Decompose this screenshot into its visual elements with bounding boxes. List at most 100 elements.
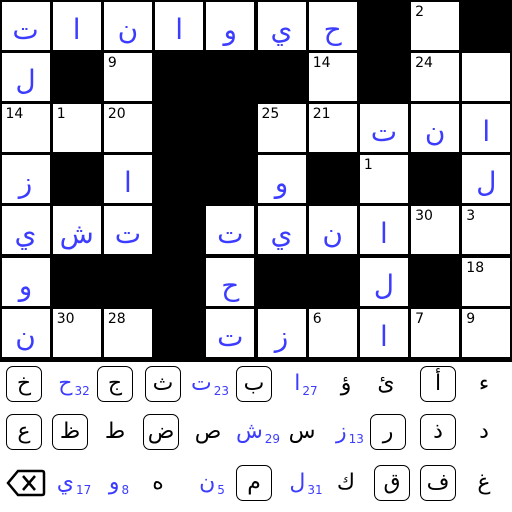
grid-cell[interactable]: ز (257, 308, 306, 357)
grid-cell[interactable]: ل (1, 52, 50, 101)
key-char: ج (107, 371, 123, 396)
key-letter[interactable]: ه (140, 465, 176, 501)
key-letter[interactable]: ن5 (190, 465, 234, 501)
backspace-icon[interactable] (6, 465, 46, 501)
grid-cell[interactable]: ي (257, 1, 306, 50)
key-char: غ (477, 470, 491, 495)
key-letter[interactable]: ء (466, 366, 502, 402)
key-letter[interactable]: ا 27 (284, 366, 328, 402)
key-letter[interactable]: ص (190, 414, 226, 450)
grid-cell[interactable]: 14 (308, 52, 357, 101)
key-letter[interactable]: ئ (368, 366, 404, 402)
grid-cell[interactable]: ت (1, 1, 50, 50)
key-letter[interactable]: ؤ (328, 366, 364, 402)
key-count: 31 (307, 483, 323, 497)
key-letter[interactable]: ش 29 (236, 414, 280, 450)
cell-letter: ن (424, 114, 446, 148)
key-letter[interactable]: ل 31 (284, 465, 328, 501)
grid-cell[interactable]: ح (206, 257, 255, 306)
key-letter[interactable]: ر (370, 414, 406, 450)
grid-cell[interactable]: ا (359, 206, 408, 255)
key-letter[interactable]: ذ (420, 414, 456, 450)
grid-cell[interactable]: 20 (103, 103, 152, 152)
grid-cell[interactable]: 28 (103, 308, 152, 357)
grid-cell[interactable]: 25 (257, 103, 306, 152)
grid-cell[interactable] (462, 52, 511, 101)
key-letter[interactable]: ط (97, 414, 133, 450)
grid-cell[interactable]: 9 (103, 52, 152, 101)
grid-cell[interactable]: ن (308, 206, 357, 255)
key-letter[interactable]: س (284, 414, 320, 450)
grid-cell[interactable]: 18 (462, 257, 511, 306)
key-count: 17 (75, 483, 92, 497)
grid-cell[interactable]: 21 (308, 103, 357, 152)
grid-cell[interactable]: 14 (1, 103, 50, 152)
key-char: ر (382, 419, 394, 444)
grid-cell[interactable]: ح (308, 1, 357, 50)
grid-cell[interactable]: 1 (52, 103, 101, 152)
grid-cell[interactable]: 3 (462, 206, 511, 255)
key-letter[interactable]: ب (236, 366, 272, 402)
key-letter[interactable]: ك (328, 465, 364, 501)
clue-number: 9 (107, 54, 117, 71)
grid-cell[interactable]: 6 (308, 308, 357, 357)
key-letter[interactable]: ح 32 (52, 366, 96, 402)
grid-cell[interactable]: ز (1, 155, 50, 204)
key-letter[interactable]: ث (145, 366, 181, 402)
grid-cell[interactable]: ل (462, 155, 511, 204)
grid-cell[interactable]: ن (411, 103, 460, 152)
key-letter[interactable]: خ (6, 366, 42, 402)
grid-cell[interactable]: ا (155, 1, 204, 50)
grid-cell[interactable]: ش (52, 206, 101, 255)
grid-cell[interactable]: 24 (411, 52, 460, 101)
key-letter[interactable]: أ (420, 366, 456, 402)
key-letter[interactable]: ت 23 (188, 366, 232, 402)
cell-letter: و (223, 12, 238, 46)
grid-cell[interactable]: و (206, 1, 255, 50)
key-char: ق (383, 470, 401, 495)
grid-cell[interactable]: 30 (52, 308, 101, 357)
key-char: خ (16, 371, 32, 396)
grid-cell[interactable]: 7 (411, 308, 460, 357)
grid-cell[interactable]: ي (257, 206, 306, 255)
key-letter[interactable]: ض (143, 414, 179, 450)
grid-cell[interactable]: ت (103, 206, 152, 255)
grid-cell[interactable]: 1 (359, 155, 408, 204)
grid-cell[interactable]: ا (103, 155, 152, 204)
clue-number: 18 (466, 259, 485, 276)
grid-cell[interactable]: 30 (411, 206, 460, 255)
key-letter[interactable]: ز 13 (328, 414, 372, 450)
key-letter[interactable]: ق (374, 465, 410, 501)
clue-number: 2 (415, 3, 425, 20)
grid-cell[interactable]: 9 (462, 308, 511, 357)
key-letter[interactable]: و8 (97, 465, 141, 501)
key-letter[interactable]: د (466, 414, 502, 450)
key-letter[interactable]: ج (97, 366, 133, 402)
key-letter[interactable]: م (236, 465, 272, 501)
grid-cell[interactable]: ا (462, 103, 511, 152)
grid-cell[interactable]: ت (359, 103, 408, 152)
cell-letter: ي (270, 217, 293, 251)
crossword-grid: ت ا ن ا و ي ح 2 ل 9 14 24 14 1 20 25 21 ت ن ا ز ا و 1 ل ي ش ت ت ي ن ا 30… (0, 0, 512, 362)
key-char: م (247, 470, 261, 495)
key-letter[interactable]: ع (6, 414, 42, 450)
grid-cell[interactable]: ا (359, 308, 408, 357)
key-char: ت (191, 371, 212, 396)
cell-letter: ت (217, 217, 244, 251)
grid-cell[interactable]: و (1, 257, 50, 306)
key-count: 5 (217, 483, 225, 497)
grid-cell[interactable]: ي (1, 206, 50, 255)
grid-cell[interactable]: و (257, 155, 306, 204)
grid-cell[interactable]: ن (103, 1, 152, 50)
grid-cell[interactable]: 2 (411, 1, 460, 50)
key-letter[interactable]: ظ (52, 414, 88, 450)
grid-cell[interactable]: ل (359, 257, 408, 306)
key-letter[interactable]: ف (420, 465, 456, 501)
grid-cell[interactable]: ت (206, 206, 255, 255)
grid-cell[interactable]: ن (1, 308, 50, 357)
key-letter[interactable]: غ (466, 465, 502, 501)
cell-letter: ز (274, 319, 289, 353)
grid-cell[interactable]: ت (206, 308, 255, 357)
grid-cell[interactable]: ا (52, 1, 101, 50)
key-letter[interactable]: ي 17 (52, 465, 96, 501)
